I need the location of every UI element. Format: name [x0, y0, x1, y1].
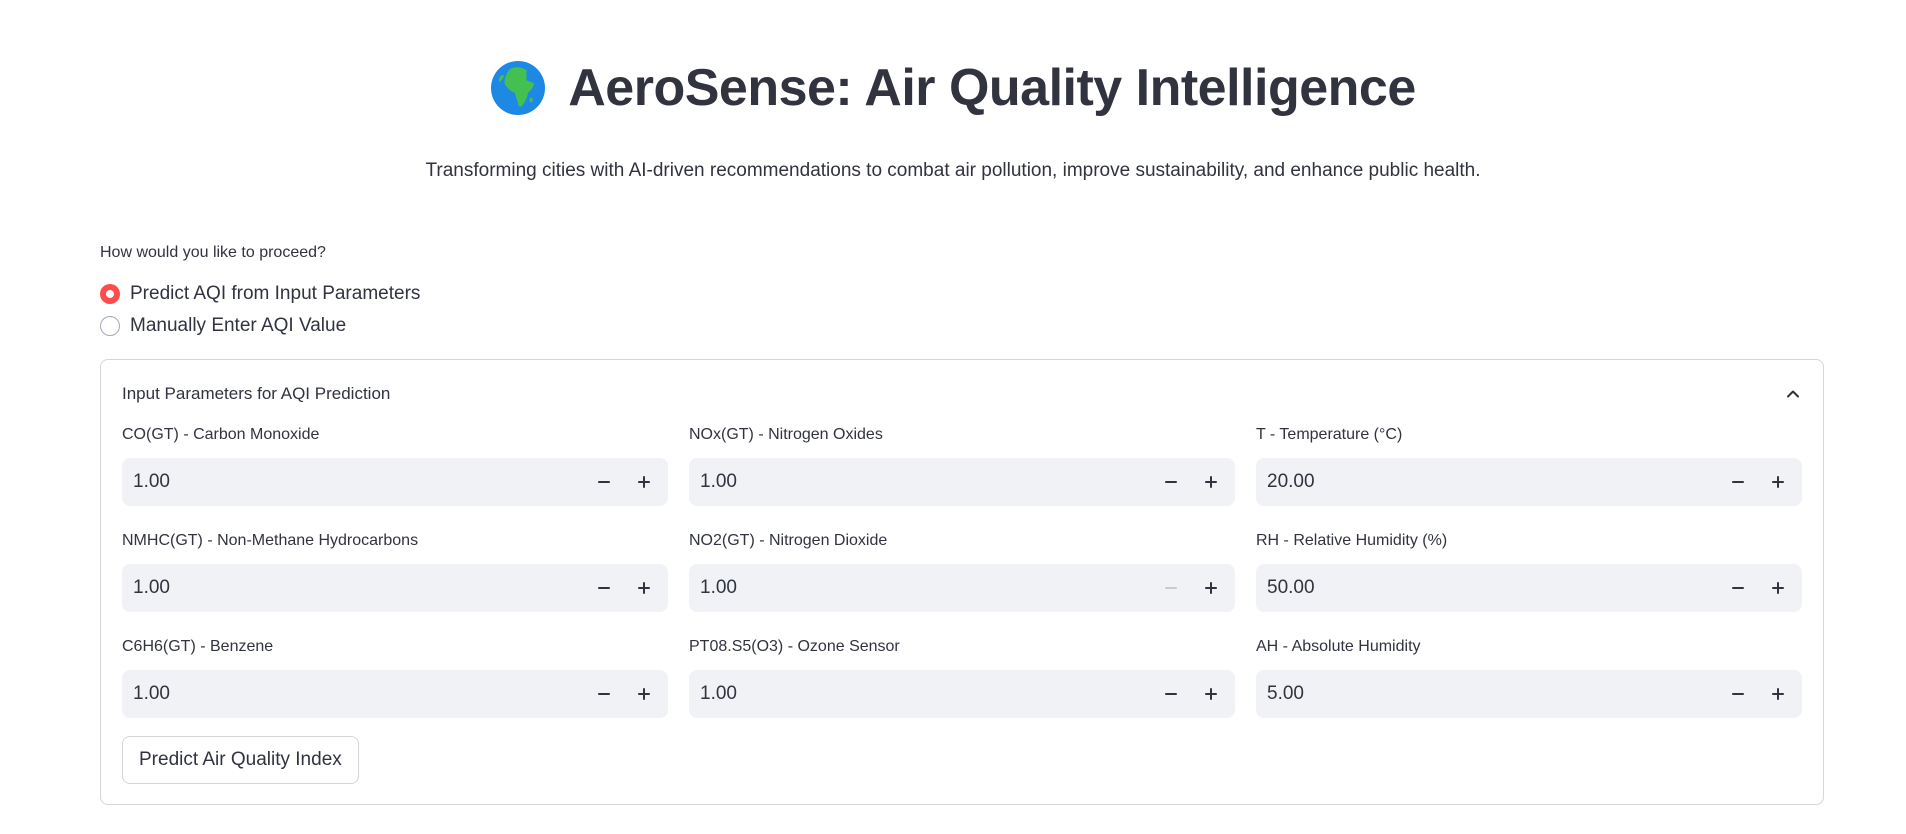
number-input-value[interactable]: 5.00	[1256, 683, 1718, 705]
number-input-value[interactable]: 1.00	[122, 471, 584, 493]
number-input[interactable]: 1.00	[689, 458, 1235, 506]
number-input-value[interactable]: 50.00	[1256, 577, 1718, 599]
field-label: RH - Relative Humidity (%)	[1256, 532, 1448, 549]
number-input[interactable]: 1.00	[122, 458, 668, 506]
radio-option-predict[interactable]: Predict AQI from Input Parameters	[100, 278, 420, 310]
globe-africa-icon	[491, 61, 546, 115]
number-field: NMHC(GT) - Non-Methane Hydrocarbons 1.00	[122, 530, 668, 612]
plus-icon	[1205, 476, 1217, 488]
plus-icon	[1205, 582, 1217, 594]
decrement-button[interactable]	[1151, 564, 1191, 612]
plus-icon	[1772, 476, 1784, 488]
plus-icon	[638, 582, 650, 594]
number-input-value[interactable]: 1.00	[689, 577, 1151, 599]
plus-icon	[638, 688, 650, 700]
input-parameters-expander: Input Parameters for AQI Prediction CO(G…	[100, 359, 1824, 805]
field-label: AH - Absolute Humidity	[1256, 638, 1421, 655]
minus-icon	[1165, 481, 1177, 483]
increment-button[interactable]	[624, 458, 664, 506]
minus-icon	[598, 587, 610, 589]
increment-button[interactable]	[1758, 670, 1798, 718]
plus-icon	[1772, 688, 1784, 700]
number-field: CO(GT) - Carbon Monoxide 1.00	[122, 424, 668, 506]
field-label: C6H6(GT) - Benzene	[122, 638, 274, 655]
number-field: NO2(GT) - Nitrogen Dioxide 1.00	[689, 530, 1235, 612]
increment-button[interactable]	[1191, 564, 1231, 612]
minus-icon	[1165, 587, 1177, 589]
minus-icon	[598, 693, 610, 695]
number-input[interactable]: 1.00	[689, 670, 1235, 718]
number-input-value[interactable]: 1.00	[689, 683, 1151, 705]
mode-radio-group: How would you like to proceed? Predict A…	[100, 244, 420, 342]
number-input[interactable]: 1.00	[689, 564, 1235, 612]
radio-unselected-indicator[interactable]	[100, 316, 120, 336]
radio-option-label: Manually Enter AQI Value	[130, 315, 347, 336]
number-input[interactable]: 20.00	[1256, 458, 1802, 506]
chevron-up-icon[interactable]	[1784, 385, 1802, 403]
plus-icon	[1772, 582, 1784, 594]
number-field: T - Temperature (°C) 20.00	[1256, 424, 1802, 506]
decrement-button[interactable]	[1151, 670, 1191, 718]
minus-icon	[1732, 693, 1744, 695]
increment-button[interactable]	[624, 670, 664, 718]
plus-icon	[1205, 688, 1217, 700]
field-label: CO(GT) - Carbon Monoxide	[122, 426, 320, 443]
number-field: C6H6(GT) - Benzene 1.00	[122, 636, 668, 718]
increment-button[interactable]	[1191, 458, 1231, 506]
title-row: AeroSense: Air Quality Intelligence	[490, 59, 1416, 117]
minus-icon	[598, 481, 610, 483]
expander-title: Input Parameters for AQI Prediction	[122, 384, 391, 403]
number-field: NOx(GT) - Nitrogen Oxides 1.00	[689, 424, 1235, 506]
increment-button[interactable]	[624, 564, 664, 612]
number-input[interactable]: 5.00	[1256, 670, 1802, 718]
decrement-button[interactable]	[584, 458, 624, 506]
number-input-value[interactable]: 20.00	[1256, 471, 1718, 493]
mode-radio-label: How would you like to proceed?	[100, 244, 326, 261]
field-label: NO2(GT) - Nitrogen Dioxide	[689, 532, 888, 549]
plus-icon	[638, 476, 650, 488]
number-input[interactable]: 1.00	[122, 564, 668, 612]
field-label: PT08.S5(O3) - Ozone Sensor	[689, 638, 900, 655]
number-input-value[interactable]: 1.00	[689, 471, 1151, 493]
number-field: RH - Relative Humidity (%) 50.00	[1256, 530, 1802, 612]
radio-selected-indicator[interactable]	[100, 284, 120, 304]
decrement-button[interactable]	[1151, 458, 1191, 506]
increment-button[interactable]	[1758, 458, 1798, 506]
page-subtitle: Transforming cities with AI-driven recom…	[425, 160, 1481, 181]
minus-icon	[1732, 587, 1744, 589]
decrement-button[interactable]	[1718, 458, 1758, 506]
number-input[interactable]: 1.00	[122, 670, 668, 718]
decrement-button[interactable]	[1718, 564, 1758, 612]
radio-option-manual[interactable]: Manually Enter AQI Value	[100, 310, 420, 342]
radio-option-label: Predict AQI from Input Parameters	[130, 283, 421, 304]
app-header: AeroSense: Air Quality Intelligence	[0, 60, 1906, 121]
predict-aqi-button[interactable]: Predict Air Quality Index	[122, 736, 359, 784]
decrement-button[interactable]	[1718, 670, 1758, 718]
decrement-button[interactable]	[584, 670, 624, 718]
number-field: PT08.S5(O3) - Ozone Sensor 1.00	[689, 636, 1235, 718]
number-input-value[interactable]: 1.00	[122, 577, 584, 599]
number-input-value[interactable]: 1.00	[122, 683, 584, 705]
expander-header[interactable]: Input Parameters for AQI Prediction	[122, 380, 1802, 408]
page-title: AeroSense: Air Quality Intelligence	[568, 59, 1416, 117]
number-input[interactable]: 50.00	[1256, 564, 1802, 612]
minus-icon	[1165, 693, 1177, 695]
field-label: NOx(GT) - Nitrogen Oxides	[689, 426, 883, 443]
increment-button[interactable]	[1758, 564, 1798, 612]
minus-icon	[1732, 481, 1744, 483]
field-label: NMHC(GT) - Non-Methane Hydrocarbons	[122, 532, 419, 549]
field-label: T - Temperature (°C)	[1256, 426, 1403, 443]
increment-button[interactable]	[1191, 670, 1231, 718]
decrement-button[interactable]	[584, 564, 624, 612]
number-field: AH - Absolute Humidity 5.00	[1256, 636, 1802, 718]
